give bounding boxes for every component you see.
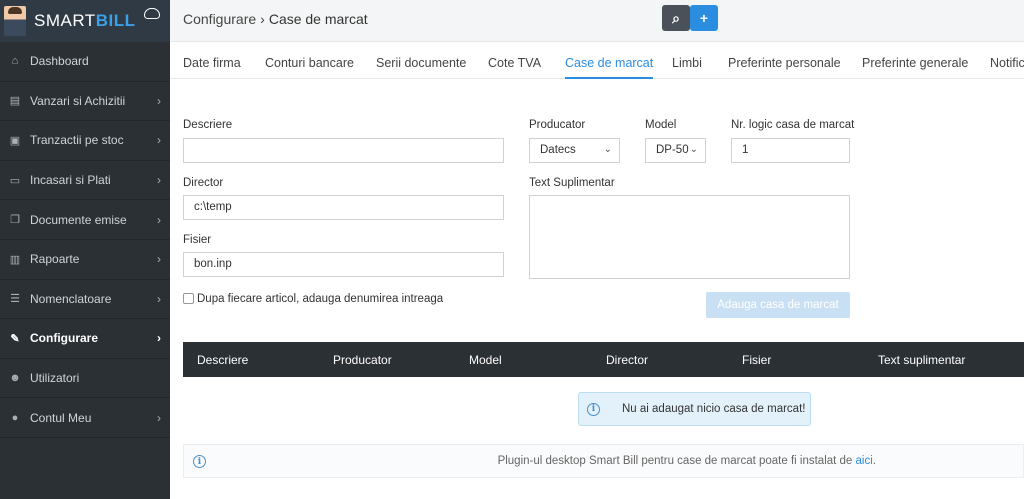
producator-select[interactable]: Datecs ⌄ [529,138,620,163]
plugin-install-link[interactable]: aici [856,455,873,467]
model-select[interactable]: DP-50 ⌄ [645,138,706,163]
column-header-fisier[interactable]: Fisier [742,353,771,367]
table-header: Descriere Producator Model Director Fisi… [183,342,1024,377]
documents-icon: ❐ [10,214,20,227]
info-icon: i [193,455,206,468]
cart-icon: ▤ [9,95,21,108]
full-name-checkbox-label[interactable]: Dupa fiecare articol, adauga denumirea i… [197,293,443,305]
director-label: Director [183,177,224,189]
sidebar: SMARTBILL ⌂ Dashboard ▤ Vanzari si Achizit… [0,0,170,499]
chevron-right-icon: › [157,252,161,267]
chart-icon: ▥ [9,253,21,266]
settings-tabs: Date firma Conturi bancare Serii documen… [170,44,1024,79]
breadcrumb: Configurare › Case de marcat [183,11,368,27]
fisier-label: Fisier [183,234,212,246]
brand[interactable]: SMARTBILL [0,0,170,42]
breadcrumb-parent[interactable]: Configurare [183,11,256,27]
plus-icon: + [699,10,709,26]
tab-conturi-bancare[interactable]: Conturi bancare [265,56,354,70]
topbar: Configurare › Case de marcat ⌕ + [170,0,1024,42]
sidebar-item-incasari[interactable]: ▭ Incasari si Plati › [0,161,170,201]
empty-table-alert: i Nu ai adaugat nicio casa de marcat! [578,392,811,426]
tab-serii-documente[interactable]: Serii documente [376,56,466,70]
sidebar-item-utilizatori[interactable]: ☻ Utilizatori [0,359,170,399]
logo: SMARTBILL [34,11,136,30]
home-icon: ⌂ [11,55,19,68]
chevron-right-icon: › [157,173,161,188]
column-header-producator[interactable]: Producator [333,353,392,367]
tab-limbi[interactable]: Limbi [672,56,702,70]
sidebar-item-contul-meu[interactable]: ● Contul Meu › [0,398,170,438]
chevron-right-icon: › [157,133,161,148]
chevron-down-icon: ⌄ [603,144,612,155]
chevron-right-icon: › [157,331,161,346]
director-input[interactable]: c:\temp [183,195,504,220]
descriere-label: Descriere [183,119,233,131]
chevron-right-icon: › [157,410,161,425]
list-icon: ☰ [10,293,20,306]
sidebar-item-nomenclatoare[interactable]: ☰ Nomenclatoare › [0,280,170,320]
model-label: Model [645,119,677,131]
stock-icon: ▣ [9,134,21,147]
add-button[interactable]: + [690,5,718,31]
avatar [4,6,26,36]
column-header-text-suplimentar[interactable]: Text suplimentar [878,353,965,367]
nr-logic-input[interactable]: 1 [731,138,850,163]
tab-case-de-marcat[interactable]: Case de marcat [565,56,654,79]
tab-date-firma[interactable]: Date firma [183,56,241,70]
empty-table-message: Nu ai adaugat nicio casa de marcat! [622,403,806,415]
user-icon: ● [11,411,19,424]
users-icon: ☻ [9,372,21,385]
chevron-right-icon: › [157,291,161,306]
sidebar-item-vanzari[interactable]: ▤ Vanzari si Achizitii › [0,82,170,122]
chevron-right-icon: › [157,93,161,108]
page-title: Case de marcat [268,11,368,27]
text-suplimentar-textarea[interactable] [529,195,850,279]
producator-label: Producator [529,119,586,131]
descriere-input[interactable] [183,138,504,163]
sidebar-item-documente[interactable]: ❐ Documente emise › [0,200,170,240]
cloud-icon [144,8,160,19]
search-button[interactable]: ⌕ [662,5,690,31]
tab-preferinte-generale[interactable]: Preferinte generale [862,56,968,70]
sidebar-item-configurare[interactable]: ✎ Configurare › [0,319,170,359]
tab-cote-tva[interactable]: Cote TVA [488,56,541,70]
search-icon: ⌕ [672,9,680,26]
column-header-model[interactable]: Model [469,353,502,367]
add-cash-register-button[interactable]: Adauga casa de marcat [706,292,850,318]
tab-preferinte-personale[interactable]: Preferinte personale [728,56,841,70]
sidebar-item-tranzactii[interactable]: ▣ Tranzactii pe stoc › [0,121,170,161]
breadcrumb-separator: › [260,11,265,27]
sidebar-item-rapoarte[interactable]: ▥ Rapoarte › [0,240,170,280]
chevron-down-icon: ⌄ [689,144,698,155]
text-suplimentar-label: Text Suplimentar [529,177,615,189]
nr-logic-label: Nr. logic casa de marcat [731,119,855,131]
sidebar-item-dashboard[interactable]: ⌂ Dashboard [0,42,170,82]
fisier-input[interactable]: bon.inp [183,252,504,277]
wrench-icon: ✎ [10,332,20,345]
plugin-text: Plugin-ul desktop Smart Bill pentru case… [497,455,876,467]
tab-notificari[interactable]: Notific [990,56,1024,70]
column-header-descriere[interactable]: Descriere [197,353,248,367]
money-icon: ▭ [9,174,21,187]
info-icon: i [587,402,600,416]
plugin-info-bar: i Plugin-ul desktop Smart Bill pentru ca… [183,444,1024,478]
column-header-director[interactable]: Director [606,353,648,367]
full-name-checkbox[interactable] [183,293,194,304]
chevron-right-icon: › [157,212,161,227]
